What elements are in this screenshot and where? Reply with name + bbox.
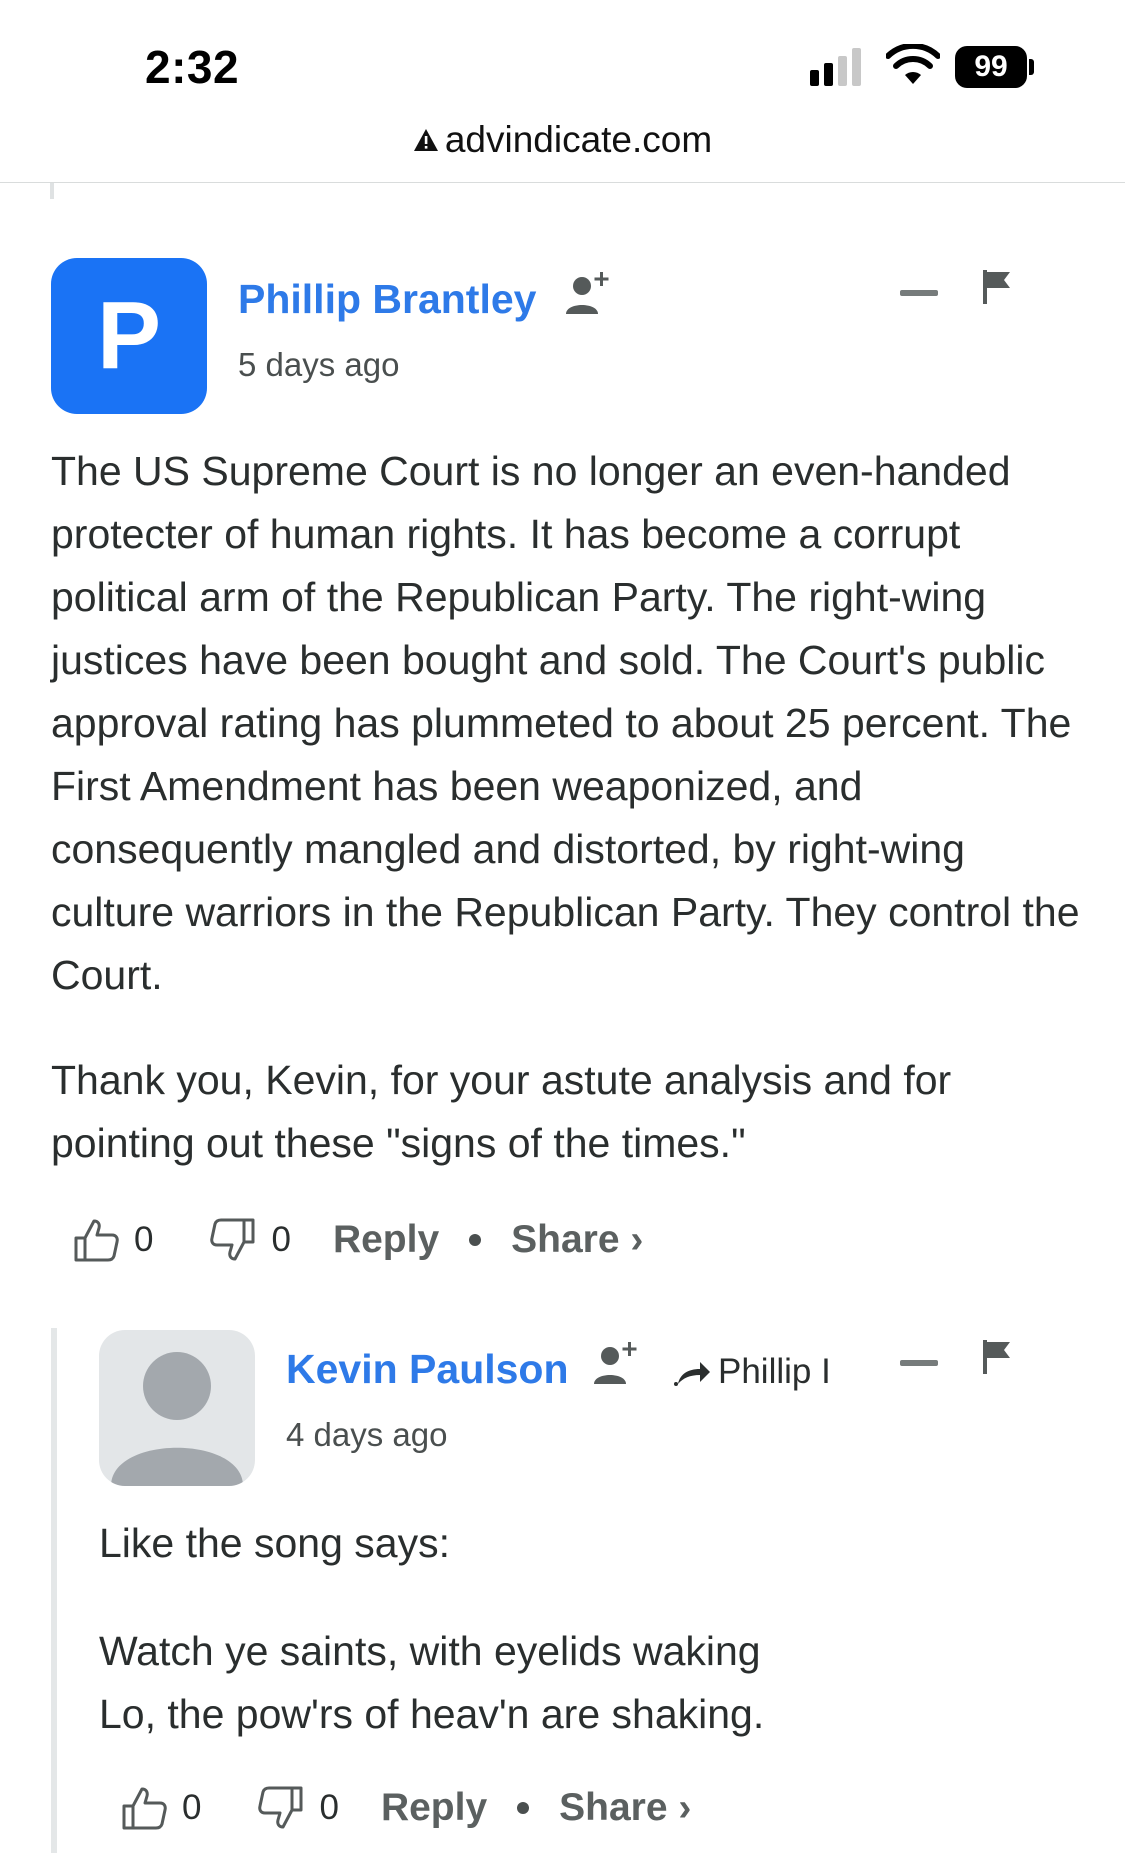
wifi-icon (886, 44, 940, 84)
thread-line (51, 1328, 57, 1853)
separator-dot (469, 1234, 482, 1246)
follow-user-icon[interactable] (562, 268, 614, 320)
not-secure-warning-icon (413, 129, 438, 151)
comment-author[interactable]: Phillip Brantley (238, 276, 536, 323)
default-user-icon (111, 1352, 243, 1486)
comment-paragraph: Thank you, Kevin, for your astute analys… (51, 1057, 952, 1166)
thumbs-up-icon[interactable] (72, 1216, 120, 1264)
comment-actions: 0 0 Reply Share › (120, 1784, 691, 1832)
in-reply-to[interactable]: Phillip I (672, 1352, 831, 1392)
comment-body: Like the song says: Watch ye saints, wit… (99, 1512, 1079, 1746)
thumbs-down-icon[interactable] (257, 1784, 305, 1832)
collapse-button[interactable] (900, 290, 938, 296)
thumbs-down-icon[interactable] (209, 1216, 257, 1264)
comment-actions: 0 0 Reply Share › (72, 1216, 643, 1264)
downvote-count: 0 (271, 1220, 291, 1259)
url-text: advindicate.com (444, 119, 713, 160)
address-bar[interactable]: advindicate.com (0, 112, 1125, 183)
reply-arrow-icon (674, 1362, 710, 1386)
comment-paragraph: Lo, the pow'rs of heav'n are shaking. (99, 1691, 765, 1737)
upvote-count: 0 (182, 1788, 202, 1827)
follow-user-icon[interactable] (590, 1338, 642, 1390)
thread-line (50, 183, 54, 199)
avatar[interactable] (99, 1330, 255, 1486)
comment-timestamp[interactable]: 4 days ago (286, 1416, 447, 1454)
comment-paragraph: Like the song says: (99, 1520, 450, 1566)
battery-level: 99 (955, 46, 1027, 88)
comment-timestamp[interactable]: 5 days ago (238, 346, 399, 384)
comment-author[interactable]: Kevin Paulson (286, 1346, 569, 1393)
battery-icon: 99 (955, 46, 1035, 88)
flag-icon[interactable] (983, 1340, 1011, 1374)
status-time: 2:32 (145, 41, 240, 93)
share-button[interactable]: Share › (559, 1786, 691, 1830)
upvote-count: 0 (134, 1220, 154, 1259)
status-bar: 2:32 99 (0, 0, 1125, 120)
thumbs-up-icon[interactable] (120, 1784, 168, 1832)
reply-button[interactable]: Reply (381, 1786, 487, 1830)
in-reply-to-name: Phillip I (718, 1352, 831, 1391)
comment-paragraph: The US Supreme Court is no longer an eve… (51, 448, 1080, 998)
avatar[interactable]: P (51, 258, 207, 414)
downvote-count: 0 (319, 1788, 339, 1827)
comment-body: The US Supreme Court is no longer an eve… (51, 440, 1081, 1175)
comment-paragraph: Watch ye saints, with eyelids waking (99, 1628, 761, 1674)
separator-dot (517, 1802, 530, 1814)
reply-button[interactable]: Reply (333, 1218, 439, 1262)
collapse-button[interactable] (900, 1360, 938, 1366)
share-button[interactable]: Share › (511, 1218, 643, 1262)
cellular-signal-icon (810, 48, 861, 86)
flag-icon[interactable] (983, 270, 1011, 304)
